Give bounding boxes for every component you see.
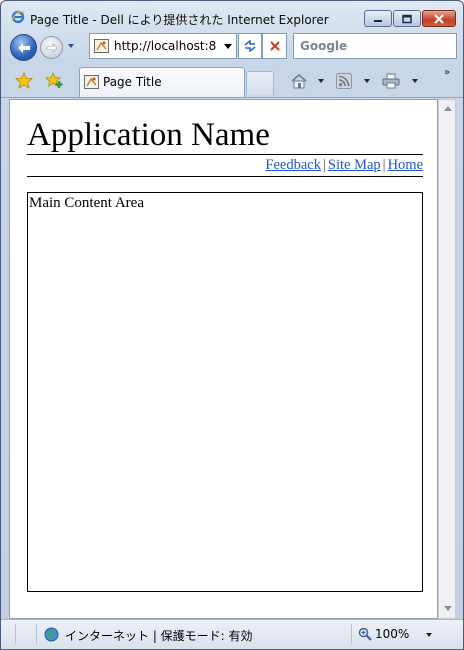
refresh-icon [244,40,256,52]
minimize-button[interactable] [364,10,392,27]
toolbar-overflow-chevron[interactable]: » [444,67,450,78]
status-divider [36,624,37,644]
refresh-button[interactable] [238,33,262,59]
status-bar: インターネット | 保護モード: 有効 100% [1,619,463,649]
navigation-bar: http://localhost:8 Google [1,31,463,63]
title-bar: Page Title - Dell により提供された Internet Expl… [1,1,463,31]
link-separator: | [322,157,326,173]
page-header: Application Name Feedback | Site Map | Home [27,116,423,177]
maximize-icon [402,14,412,23]
forward-arrow-icon [46,42,57,53]
close-button[interactable] [422,10,456,27]
stop-button[interactable] [262,33,287,59]
maximize-button[interactable] [393,10,421,27]
print-icon[interactable] [382,73,400,89]
close-icon [434,13,444,24]
search-placeholder: Google [300,39,348,53]
main-content-text: Main Content Area [29,195,144,211]
globe-icon [44,627,59,642]
recent-pages-dropdown[interactable] [68,44,74,48]
scroll-up-arrow[interactable] [444,106,452,111]
minimize-icon [374,19,382,22]
print-dropdown[interactable] [412,79,418,83]
new-tab-button[interactable] [246,71,274,95]
status-divider [15,624,16,644]
tab-active[interactable]: Page Title [79,67,245,97]
address-url: http://localhost:8 [114,39,217,53]
forward-button[interactable] [40,36,63,59]
feeds-dropdown[interactable] [364,79,370,83]
feedback-link[interactable]: Feedback [265,157,321,173]
scroll-down-arrow[interactable] [444,606,452,611]
search-box[interactable]: Google [293,33,457,59]
ie-logo-icon [11,10,25,24]
page-icon [84,75,99,89]
add-favorite-icon[interactable] [45,72,65,89]
vertical-scrollbar[interactable] [438,99,456,619]
site-map-link[interactable]: Site Map [328,157,381,173]
stop-icon [269,41,280,51]
home-dropdown[interactable] [318,79,324,83]
main-content-area: Main Content Area [27,192,423,592]
content-viewport: Application Name Feedback | Site Map | Home … [9,99,438,619]
status-divider [351,624,352,644]
tab-bar: Page Title » [1,65,463,98]
address-bar[interactable]: http://localhost:8 [89,33,237,59]
link-separator: | [382,157,386,173]
address-dropdown[interactable] [224,44,232,49]
home-icon[interactable] [290,73,308,89]
zoom-dropdown[interactable] [426,633,432,637]
back-arrow-icon [17,42,30,53]
zoom-level[interactable]: 100% [375,627,409,641]
header-links: Feedback | Site Map | Home [27,155,423,177]
window-title: Page Title - Dell により提供された Internet Expl… [30,13,329,27]
rss-feed-icon[interactable] [336,73,352,89]
zoom-icon[interactable] [358,627,372,641]
page-icon [94,39,109,53]
tab-label: Page Title [103,75,162,89]
back-button[interactable] [10,34,37,61]
favorites-star-icon[interactable] [15,72,33,89]
home-link[interactable]: Home [388,157,423,173]
browser-window: Page Title - Dell により提供された Internet Expl… [0,0,464,650]
application-name: Application Name [27,116,423,155]
security-zone-text: インターネット | 保護モード: 有効 [65,629,253,643]
